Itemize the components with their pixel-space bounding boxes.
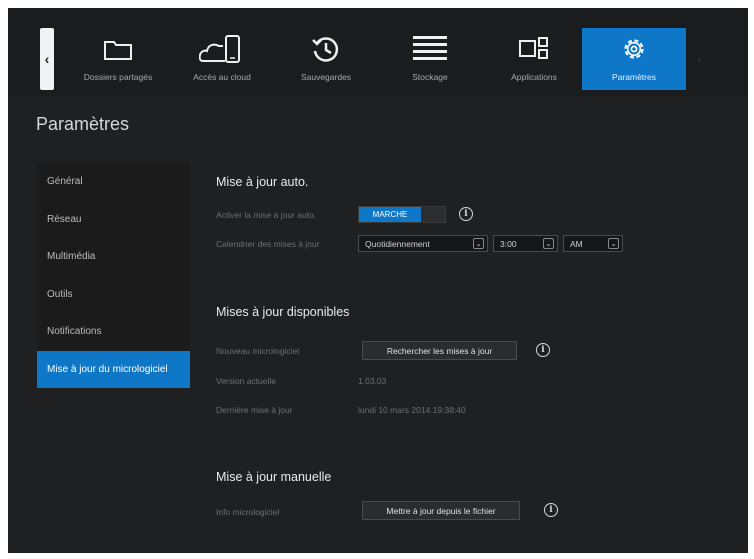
- chevron-down-icon: ⌄: [473, 238, 484, 249]
- apps-grid-icon: [511, 32, 557, 66]
- chevron-left-icon: ‹: [44, 51, 50, 67]
- update-from-file-button[interactable]: Mettre à jour depuis le fichier: [362, 501, 520, 520]
- current-version-value: 1.03.03: [358, 376, 387, 386]
- chevron-down-icon: ⌄: [543, 238, 554, 249]
- current-version-label: Version actuelle: [216, 376, 277, 386]
- nav-item-label: Paramètres: [612, 72, 656, 82]
- sidebar-item-tools[interactable]: Outils: [37, 276, 190, 314]
- sidebar-item-network[interactable]: Réseau: [37, 201, 190, 239]
- frequency-select[interactable]: Quotidiennement ⌄: [358, 235, 488, 252]
- auto-update-toggle[interactable]: MARCHE: [358, 206, 446, 223]
- available-updates-title: Mises à jour disponibles: [216, 305, 350, 319]
- new-firmware-label: Nouveau micrologiciel: [216, 346, 300, 356]
- toggle-on-label: MARCHE: [359, 207, 421, 222]
- info-icon[interactable]: i: [536, 343, 550, 357]
- nav-back-button[interactable]: ‹: [40, 28, 54, 90]
- check-updates-button[interactable]: Rechercher les mises à jour: [362, 341, 517, 360]
- ampm-value: AM: [570, 238, 583, 249]
- nav-item-applications[interactable]: Applications: [482, 28, 586, 90]
- time-value: 3:00: [500, 238, 517, 249]
- nav-item-label: Dossiers partagés: [83, 72, 153, 82]
- auto-update-title: Mise à jour auto.: [216, 175, 309, 189]
- nav-more-icon[interactable]: ›: [698, 54, 701, 64]
- sidebar-item-firmware-update[interactable]: Mise à jour du micrologiciel: [37, 350, 190, 388]
- info-icon[interactable]: i: [459, 207, 473, 221]
- nav-item-label: Sauvegardes: [300, 72, 352, 82]
- storage-stack-icon: [407, 32, 453, 66]
- folder-icon: [95, 32, 141, 66]
- chevron-down-icon: ⌄: [608, 238, 619, 249]
- nav-item-label: Applications: [511, 72, 557, 82]
- nav-item-cloud-access[interactable]: Accès au cloud: [170, 28, 274, 90]
- nav-item-label: Stockage: [412, 72, 448, 82]
- settings-sidebar: Général Réseau Multimédia Outils Notific…: [37, 163, 190, 388]
- nav-item-settings[interactable]: Paramètres: [582, 28, 686, 90]
- toggle-off-knob: [421, 207, 445, 222]
- nav-item-shared-folders[interactable]: Dossiers partagés: [66, 28, 170, 90]
- update-schedule-label: Calendrier des mises à jour: [216, 239, 320, 249]
- nav-item-label: Accès au cloud: [193, 72, 251, 82]
- top-navigation: ‹ Dossiers partagés Accès au cloud Sauve…: [8, 8, 748, 96]
- sidebar-item-notifications[interactable]: Notifications: [37, 313, 190, 351]
- firmware-info-label: Info micrologiciel: [216, 507, 280, 517]
- page-title: Paramètres: [36, 114, 130, 134]
- time-select[interactable]: 3:00 ⌄: [493, 235, 558, 252]
- app-frame: ‹ Dossiers partagés Accès au cloud Sauve…: [8, 8, 748, 553]
- gear-icon: [611, 32, 657, 66]
- nav-item-storage[interactable]: Stockage: [378, 28, 482, 90]
- ampm-select[interactable]: AM ⌄: [563, 235, 623, 252]
- enable-auto-update-label: Activer la mise à jour auto.: [216, 210, 317, 220]
- last-update-label: Dernière mise à jour: [216, 405, 293, 415]
- sidebar-item-general[interactable]: Général: [37, 163, 190, 201]
- manual-update-title: Mise à jour manuelle: [216, 470, 332, 484]
- nav-item-backups[interactable]: Sauvegardes: [274, 28, 378, 90]
- last-update-value: lundi 10 mars 2014 19:38:40: [358, 405, 466, 415]
- frequency-value: Quotidiennement: [365, 238, 430, 249]
- cloud-device-icon: [199, 32, 245, 66]
- history-icon: [303, 32, 349, 66]
- sidebar-item-media[interactable]: Multimédia: [37, 238, 190, 276]
- info-icon[interactable]: i: [544, 503, 558, 517]
